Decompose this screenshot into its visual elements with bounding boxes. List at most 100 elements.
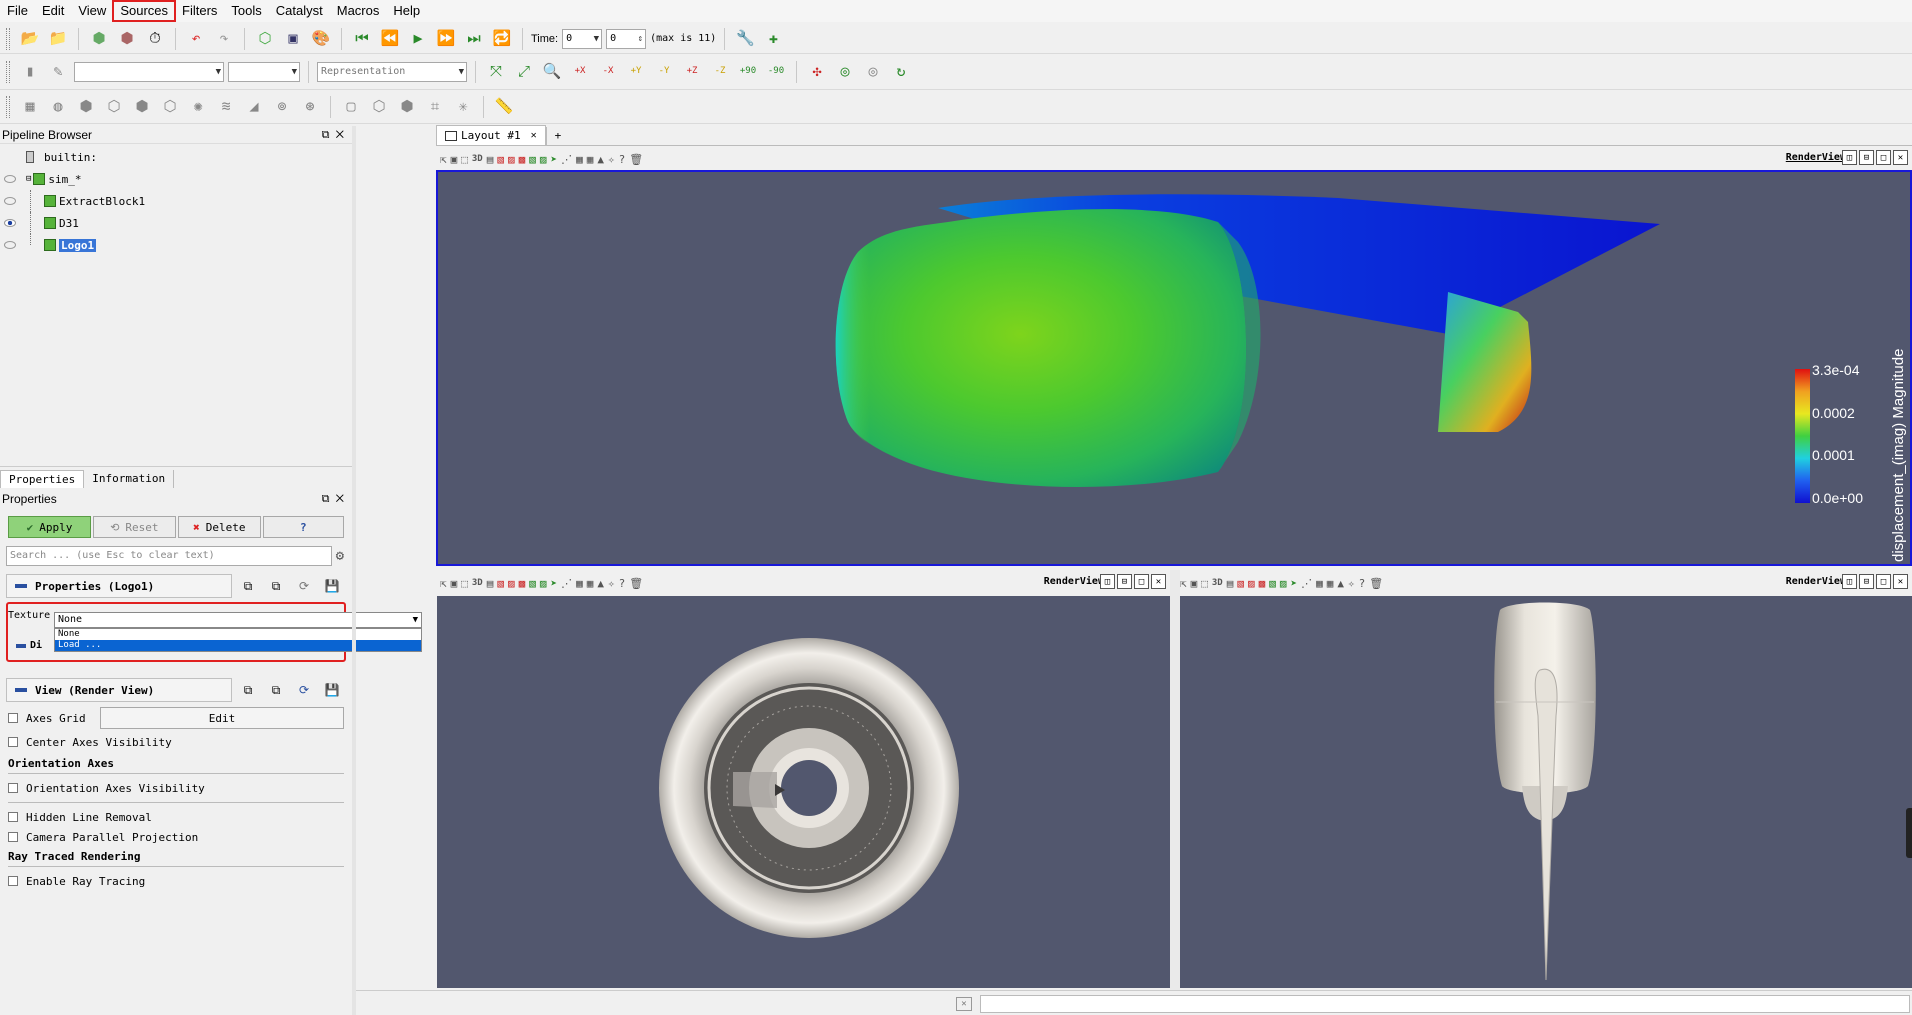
hover-cells-icon[interactable]: ▦ <box>576 153 583 166</box>
eye-visible-icon[interactable] <box>4 218 16 227</box>
select-cells-icon[interactable]: ▧ <box>497 577 504 590</box>
stream-tracer-icon[interactable]: ≋ <box>214 95 238 119</box>
toolbar-grip-2[interactable] <box>6 60 10 83</box>
reset-camera-icon[interactable]: ⬚ <box>461 577 468 590</box>
eye-icon[interactable] <box>4 174 16 183</box>
menu-macros[interactable]: Macros <box>330 1 387 21</box>
view-section-header[interactable]: View (Render View) <box>6 678 232 702</box>
restore-default-icon[interactable]: ⟳ <box>292 678 316 702</box>
reset-button[interactable]: ⟲ Reset <box>92 516 176 538</box>
pipeline-item-logo1[interactable]: Logo1 <box>0 234 352 256</box>
previous-frame-icon[interactable]: ⏪ <box>378 27 402 51</box>
select-block-icon[interactable]: ▧ <box>529 577 536 590</box>
trash-icon[interactable]: 🗑 <box>1369 577 1383 590</box>
texture-option-load[interactable]: Load ... <box>55 640 421 651</box>
camera-icon[interactable]: ▤ <box>1227 577 1234 590</box>
grow-icon[interactable]: ▦ <box>587 153 594 166</box>
select-block-icon[interactable]: ▧ <box>1269 577 1276 590</box>
mode-3d-button[interactable]: 3D <box>472 578 483 588</box>
save-default-icon[interactable]: 💾 <box>320 678 344 702</box>
camera-icon[interactable]: ▤ <box>487 153 494 166</box>
split-horizontal-icon[interactable]: ◫ <box>1842 574 1857 589</box>
split-vertical-icon[interactable]: ⊟ <box>1859 574 1874 589</box>
hover-points-icon[interactable]: ⋰ <box>561 577 572 590</box>
plot-over-line-icon[interactable]: ⌗ <box>423 95 447 119</box>
reset-session-icon[interactable]: ⬡ <box>253 27 277 51</box>
close-icon[interactable]: ✕ <box>1893 150 1908 165</box>
palette-icon[interactable]: 🎨 <box>309 27 333 51</box>
copy-icon[interactable]: ⧉ <box>236 574 260 598</box>
select-cells-icon[interactable]: ▧ <box>1237 577 1244 590</box>
maximize-icon[interactable]: □ <box>1876 150 1891 165</box>
clip-icon[interactable]: ⬢ <box>74 95 98 119</box>
plot-selection-icon[interactable]: ⬢ <box>395 95 419 119</box>
open-icon[interactable]: 📂 <box>18 27 42 51</box>
grow-icon[interactable]: ▦ <box>587 577 594 590</box>
loop-icon[interactable]: 🔁 <box>490 27 514 51</box>
menu-catalyst[interactable]: Catalyst <box>269 1 330 21</box>
panel-buttons[interactable]: ⧉ ✕ <box>322 126 344 144</box>
center-axes-checkbox[interactable] <box>8 737 18 747</box>
hover-points-icon[interactable]: ⋰ <box>561 153 572 166</box>
view-minus-z-icon[interactable]: -Z <box>708 60 732 84</box>
extract-subset-icon[interactable]: ⬡ <box>158 95 182 119</box>
add-filter-icon[interactable]: ✚ <box>761 27 785 51</box>
select-frustum-icon[interactable]: ▩ <box>1259 577 1266 590</box>
camera-undo-icon[interactable]: ↻ <box>889 60 913 84</box>
particle-icon[interactable]: ✳ <box>451 95 475 119</box>
next-frame-icon[interactable]: ⏩ <box>434 27 458 51</box>
split-icon[interactable]: ⇱ <box>1180 577 1187 590</box>
representation-combo[interactable]: Representation ▼ <box>317 61 467 82</box>
shrink-icon[interactable]: ▲ <box>597 577 604 590</box>
hover-cells-icon[interactable]: ▦ <box>576 577 583 590</box>
interactive-select-icon[interactable]: ➤ <box>1290 577 1297 590</box>
menu-help[interactable]: Help <box>386 1 427 21</box>
python-shell-icon[interactable]: ▣ <box>281 27 305 51</box>
split-horizontal-icon[interactable]: ◫ <box>1842 150 1857 165</box>
clear-selection-icon[interactable]: ✧ <box>608 577 615 590</box>
split-horizontal-icon[interactable]: ◫ <box>1100 574 1115 589</box>
extract-selection-icon[interactable]: ⬡ <box>367 95 391 119</box>
menu-sources[interactable]: Sources <box>112 0 177 22</box>
time-index-spinbox[interactable]: 0 ⇕ <box>606 28 647 49</box>
group-icon[interactable]: ⊚ <box>270 95 294 119</box>
save-default-icon[interactable]: 💾 <box>320 574 344 598</box>
capture-icon[interactable]: ▣ <box>451 577 458 590</box>
hover-cells-icon[interactable]: ▦ <box>1316 577 1323 590</box>
shrink-icon[interactable]: ▲ <box>597 153 604 166</box>
last-frame-icon[interactable]: ⏭ <box>462 27 486 51</box>
ray-tracing-checkbox[interactable] <box>8 876 18 886</box>
copy-icon[interactable]: ⧉ <box>236 678 260 702</box>
select-cells-icon[interactable]: ▧ <box>497 153 504 166</box>
pipeline-item-d31[interactable]: D31 <box>0 212 352 234</box>
camera-parallel-checkbox[interactable] <box>8 832 18 842</box>
hover-points-icon[interactable]: ⋰ <box>1301 577 1312 590</box>
grow-icon[interactable]: ▦ <box>1327 577 1334 590</box>
view-minus-y-icon[interactable]: -Y <box>652 60 676 84</box>
restore-default-icon[interactable]: ⟳ <box>292 574 316 598</box>
mode-3d-button[interactable]: 3D <box>472 154 483 164</box>
interactive-select-icon[interactable]: ➤ <box>550 577 557 590</box>
selection-icon[interactable]: ▢ <box>339 95 363 119</box>
edit-colormap-icon[interactable]: ✎ <box>46 60 70 84</box>
warp-icon[interactable]: ◢ <box>242 95 266 119</box>
view-plus-x-icon[interactable]: +X <box>568 60 592 84</box>
contour-icon[interactable]: ◍ <box>46 95 70 119</box>
pipeline-item-sim[interactable]: ⊟ sim_* <box>0 168 352 190</box>
orientation-axes-checkbox[interactable] <box>8 783 18 793</box>
timer-icon[interactable]: ⏱ <box>143 27 167 51</box>
texture-select[interactable]: None ▼ <box>54 612 422 628</box>
play-icon[interactable]: ▶ <box>406 27 430 51</box>
help-button[interactable]: ? <box>262 516 344 538</box>
clear-selection-icon[interactable]: ✧ <box>1348 577 1355 590</box>
time-value-combo[interactable]: 0 ▼ <box>562 28 603 49</box>
center-axes-icon[interactable]: ✣ <box>805 60 829 84</box>
toolbar-grip-3[interactable] <box>6 95 10 118</box>
hidden-line-checkbox[interactable] <box>8 812 18 822</box>
eye-icon[interactable] <box>4 196 16 205</box>
find-data-icon[interactable]: 🔧 <box>733 27 757 51</box>
select-points-icon[interactable]: ▨ <box>508 153 515 166</box>
first-frame-icon[interactable]: ⏮ <box>350 27 374 51</box>
disconnect-icon[interactable]: ⬢ <box>115 27 139 51</box>
menu-tools[interactable]: Tools <box>224 1 268 21</box>
